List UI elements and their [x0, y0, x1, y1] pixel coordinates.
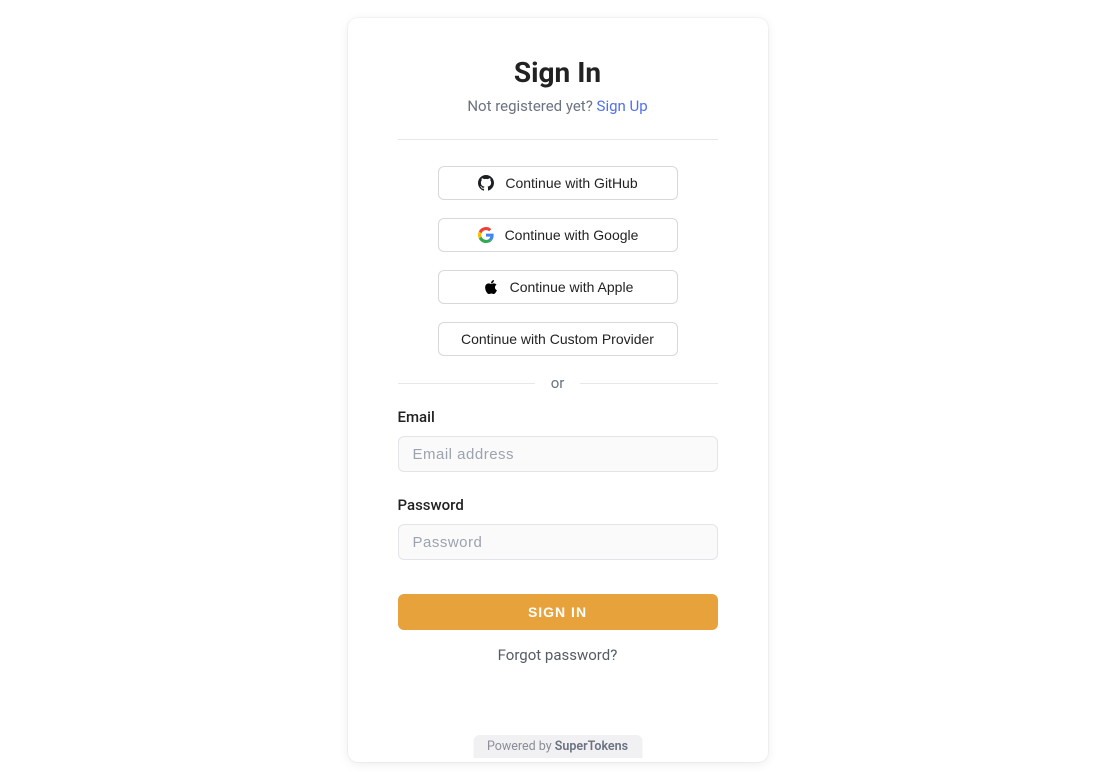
- or-text: or: [551, 374, 565, 392]
- continue-custom-button[interactable]: Continue with Custom Provider: [438, 322, 678, 356]
- continue-github-button[interactable]: Continue with GitHub: [438, 166, 678, 200]
- divider: [398, 139, 718, 140]
- google-icon: [477, 226, 495, 244]
- powered-by-badge: Powered by SuperTokens: [473, 735, 642, 758]
- email-input[interactable]: [398, 436, 718, 472]
- apple-icon: [482, 278, 500, 296]
- divider-line: [580, 383, 717, 384]
- signup-link[interactable]: Sign Up: [597, 97, 648, 115]
- powered-by-brand: SuperTokens: [555, 739, 628, 754]
- email-label: Email: [398, 408, 718, 426]
- divider-line: [398, 383, 535, 384]
- signin-button[interactable]: SIGN IN: [398, 594, 718, 630]
- apple-button-label: Continue with Apple: [510, 279, 634, 295]
- subtitle-text: Not registered yet?: [467, 97, 596, 115]
- email-group: Email: [398, 408, 718, 472]
- page-title: Sign In: [514, 56, 601, 89]
- forgot-password-link[interactable]: Forgot password?: [498, 646, 618, 664]
- github-icon: [477, 174, 495, 192]
- signin-card: Sign In Not registered yet? Sign Up Cont…: [348, 18, 768, 762]
- github-button-label: Continue with GitHub: [505, 175, 637, 191]
- continue-apple-button[interactable]: Continue with Apple: [438, 270, 678, 304]
- continue-google-button[interactable]: Continue with Google: [438, 218, 678, 252]
- custom-button-label: Continue with Custom Provider: [461, 331, 654, 347]
- or-divider: or: [398, 374, 718, 392]
- password-group: Password: [398, 496, 718, 560]
- password-input[interactable]: [398, 524, 718, 560]
- google-button-label: Continue with Google: [505, 227, 639, 243]
- subtitle: Not registered yet? Sign Up: [467, 97, 647, 115]
- password-label: Password: [398, 496, 718, 514]
- powered-by-text: Powered by: [487, 739, 555, 754]
